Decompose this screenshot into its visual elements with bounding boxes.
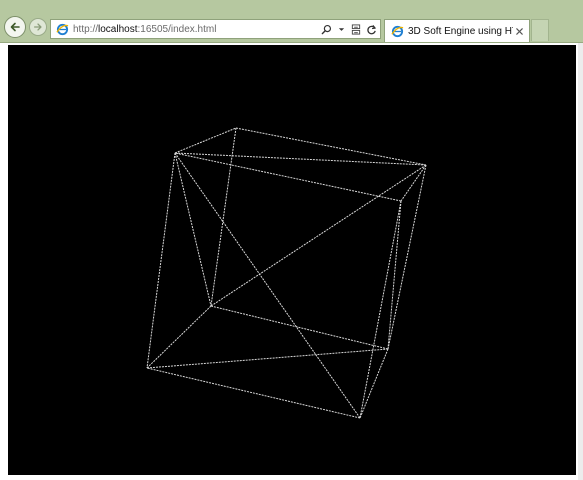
compatibility-view-icon[interactable] — [350, 22, 362, 36]
render-canvas[interactable] — [8, 45, 576, 475]
close-icon[interactable] — [513, 25, 525, 37]
edge — [146, 152, 176, 369]
edge — [359, 200, 402, 419]
edge — [146, 367, 361, 419]
edge — [174, 127, 237, 154]
edge — [387, 200, 402, 350]
back-arrow-icon — [9, 21, 21, 33]
chevron-down-icon[interactable] — [335, 22, 347, 36]
edge — [146, 305, 212, 369]
page-content — [0, 43, 583, 480]
url-prefix: http:// — [73, 23, 99, 35]
tab-3d-soft-engine[interactable]: 3D Soft Engine using HTML... — [384, 19, 530, 42]
address-tools — [320, 22, 377, 36]
window-frame — [578, 43, 583, 480]
url-text[interactable]: http://localhost:16505/index.html — [73, 24, 320, 35]
back-button[interactable] — [4, 16, 26, 38]
url-path: :16505/index.html — [137, 23, 217, 35]
url-host: localhost — [98, 23, 138, 35]
edge — [235, 127, 427, 166]
browser-window: http://localhost:16505/index.html 3D Sof… — [0, 0, 583, 480]
address-bar[interactable]: http://localhost:16505/index.html — [50, 19, 381, 39]
edge — [174, 152, 402, 202]
edge — [210, 305, 389, 350]
forward-arrow-icon — [33, 22, 43, 32]
search-icon[interactable] — [320, 22, 332, 36]
edge — [359, 348, 389, 419]
edge — [174, 152, 212, 307]
edge — [146, 348, 389, 369]
new-tab-button[interactable] — [531, 19, 549, 41]
forward-button[interactable] — [29, 18, 47, 36]
ie-page-icon — [55, 22, 69, 36]
edge — [174, 152, 427, 166]
browser-toolbar: http://localhost:16505/index.html 3D Sof… — [0, 0, 583, 43]
wireframe-cube — [146, 127, 427, 419]
tab-ie-page-icon — [390, 24, 404, 38]
refresh-icon[interactable] — [365, 22, 377, 36]
tab-title: 3D Soft Engine using HTML... — [408, 25, 513, 37]
edge — [174, 152, 361, 419]
